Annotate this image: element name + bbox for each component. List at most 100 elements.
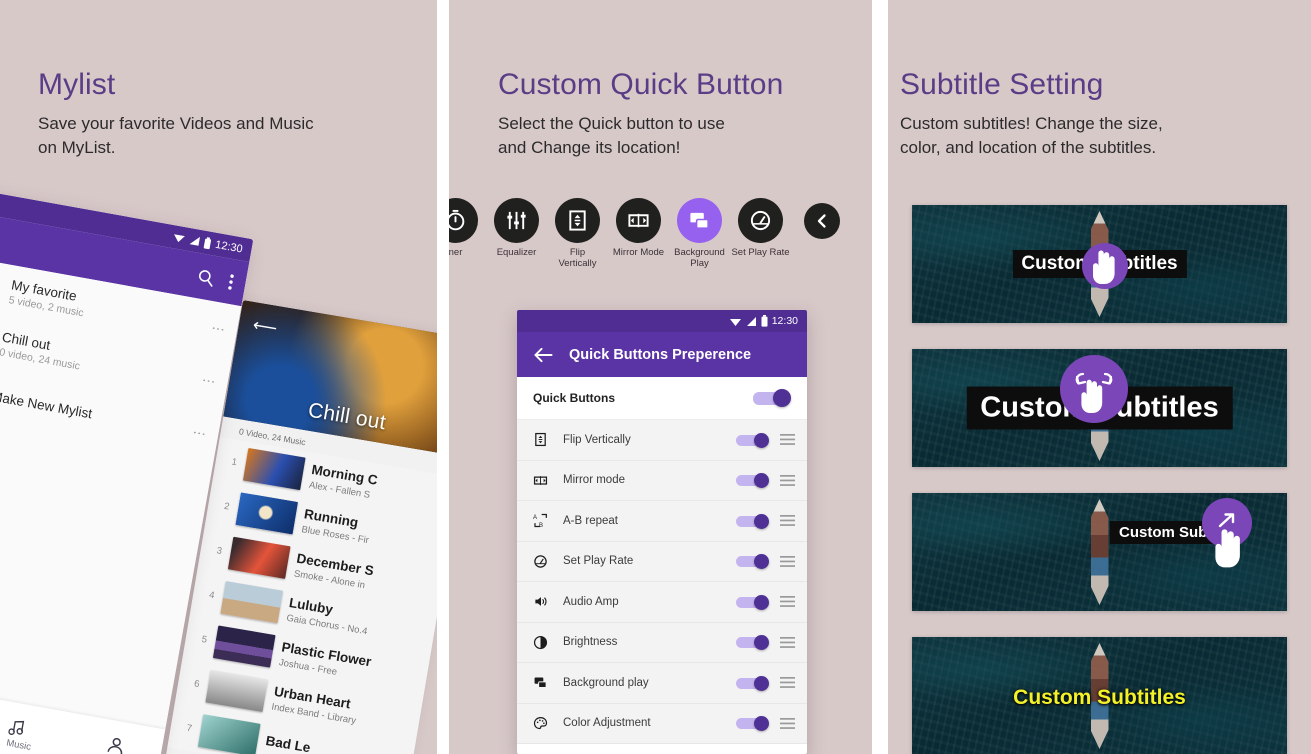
row-label: Mirror mode xyxy=(563,474,625,487)
track-index: 6 xyxy=(193,678,201,691)
more-vertical-icon[interactable]: ⋮ xyxy=(201,374,218,389)
quick-button-row[interactable]: A B A-B repeat xyxy=(517,501,807,542)
quick-button-set-play-rate[interactable]: Set Play Rate xyxy=(730,198,791,259)
quick-button-row[interactable]: Background play xyxy=(517,663,807,704)
row-toggle-switch[interactable] xyxy=(736,635,769,651)
panel-separator-1 xyxy=(437,0,449,754)
subtitle-preview-moved: Custom Subti xyxy=(912,493,1287,611)
row-toggle-switch[interactable] xyxy=(736,513,769,529)
drag-handle-icon[interactable] xyxy=(780,636,795,648)
quick-button-row[interactable]: Mirror mode xyxy=(517,460,807,501)
equalizer-icon xyxy=(494,198,539,243)
app-bar: Quick Buttons Preperence xyxy=(517,332,807,377)
quick-button-row[interactable]: Set Play Rate xyxy=(517,541,807,582)
quick-button-row[interactable]: Flip Vertically xyxy=(517,420,807,461)
track-title: Bad Le xyxy=(264,733,312,754)
arrow-left-icon[interactable] xyxy=(534,347,553,363)
brightness-icon xyxy=(533,635,559,650)
track-thumbnail xyxy=(212,625,276,668)
track-index: 5 xyxy=(200,633,208,646)
background-play-icon xyxy=(677,198,722,243)
quick-button-mirror-mode[interactable]: Mirror Mode xyxy=(608,198,669,259)
row-toggle-switch[interactable] xyxy=(736,675,769,691)
row-toggle-switch[interactable] xyxy=(736,716,769,732)
panel-mylist: Mylist Save your favorite Videos and Mus… xyxy=(0,0,437,754)
row-label: Brightness xyxy=(563,636,618,649)
drag-handle-icon[interactable] xyxy=(780,515,795,527)
nav-label: Music xyxy=(5,737,32,753)
subtitle-preview-default: Custom Subtitles xyxy=(912,205,1287,323)
track-thumbnail xyxy=(242,447,306,491)
panel-quick-button: Custom Quick Button Select the Quick but… xyxy=(449,0,872,754)
row-label: A-B repeat xyxy=(563,514,618,527)
more-vertical-icon[interactable] xyxy=(227,272,235,291)
master-toggle-label: Quick Buttons xyxy=(533,391,616,405)
quick-button-row[interactable]: Color Adjustment xyxy=(517,703,807,744)
quick-button-label: Equalizer xyxy=(496,247,537,258)
drag-handle-icon[interactable] xyxy=(780,555,795,567)
svg-text:B: B xyxy=(539,523,543,528)
subtitle-preview-resized: Custom Subtitles xyxy=(912,349,1287,467)
quick-button-row[interactable]: Audio Amp xyxy=(517,582,807,623)
arrow-left-icon[interactable]: ⟵ xyxy=(251,315,278,338)
drag-handle-icon[interactable] xyxy=(780,596,795,608)
track-thumbnail xyxy=(197,714,261,754)
quick-button-row[interactable]: Brightness xyxy=(517,622,807,663)
row-toggle-switch[interactable] xyxy=(736,432,769,448)
pointer-hand-icon xyxy=(1212,525,1246,569)
row-toggle-switch[interactable] xyxy=(736,594,769,610)
more-vertical-icon[interactable]: ⋮ xyxy=(191,426,208,441)
nav-tab-my[interactable]: My xyxy=(103,735,125,754)
quick-button-label: ner xyxy=(449,247,463,258)
quick-button-background-play[interactable]: Background Play xyxy=(669,198,730,270)
chevron-left-icon xyxy=(803,203,840,239)
panel2-header: Custom Quick Button Select the Quick but… xyxy=(449,0,872,160)
quick-buttons-master-row[interactable]: Quick Buttons xyxy=(517,377,807,420)
track-artist: Blue Roses - Fir xyxy=(300,523,370,546)
wifi-icon xyxy=(172,231,187,244)
quick-button-timer[interactable]: ner xyxy=(449,198,486,259)
master-toggle-switch[interactable] xyxy=(753,388,791,407)
track-index: 3 xyxy=(215,545,223,557)
row-toggle-switch[interactable] xyxy=(736,554,769,570)
flip-vertical-icon xyxy=(533,432,559,447)
quick-button-prev[interactable] xyxy=(791,198,852,244)
row-toggle-switch[interactable] xyxy=(736,473,769,489)
drag-handle-icon[interactable] xyxy=(780,717,795,729)
panel1-mockups: ⟵ Chill out 0 Video, 24 Music 1 Morning … xyxy=(0,0,437,754)
row-label: Flip Vertically xyxy=(563,433,631,446)
mirror-mode-icon xyxy=(533,473,559,488)
quick-button-label: Flip Vertically xyxy=(558,247,597,269)
clock-time: 12:30 xyxy=(214,238,244,255)
battery-icon xyxy=(204,236,213,249)
track-thumbnail xyxy=(227,536,291,579)
more-vertical-icon[interactable]: ⋮ xyxy=(210,321,227,336)
quick-button-equalizer[interactable]: Equalizer xyxy=(486,198,547,259)
drag-handle-icon[interactable] xyxy=(780,474,795,486)
subtitle-preview-list: Custom Subtitles Custom Subtitles Custom… xyxy=(912,205,1287,754)
quick-button-flip-vertically[interactable]: Flip Vertically xyxy=(547,198,608,270)
quick-button-strip: ner Equalizer Flip Vertically Mirror Mod… xyxy=(449,198,872,270)
bottom-navigation: Video Music My xyxy=(0,678,166,754)
drag-handle-icon[interactable] xyxy=(780,434,795,446)
status-bar: 12:30 xyxy=(517,310,807,332)
clock-time: 12:30 xyxy=(771,315,798,327)
row-label: Set Play Rate xyxy=(563,555,634,568)
subtitle-text: Custom Subtitles xyxy=(1013,686,1186,710)
volume-icon xyxy=(533,594,559,609)
flip-vertical-icon xyxy=(555,198,600,243)
ab-repeat-icon: A B xyxy=(533,513,559,528)
track-thumbnail xyxy=(220,581,284,624)
nav-tab-music[interactable]: Music xyxy=(6,717,36,752)
search-icon[interactable] xyxy=(196,267,217,288)
timer-icon xyxy=(449,198,478,243)
boat-graphic xyxy=(1090,499,1109,605)
wifi-icon xyxy=(729,316,742,327)
appbar-title: Quick Buttons Preperence xyxy=(569,346,752,363)
panel3-header: Subtitle Setting Custom subtitles! Chang… xyxy=(888,0,1311,160)
speedometer-icon xyxy=(533,554,559,569)
resize-hand-icon xyxy=(1060,355,1128,423)
drag-handle-icon[interactable] xyxy=(780,677,795,689)
screenshot-stage: Mylist Save your favorite Videos and Mus… xyxy=(0,0,1311,754)
phone-quick-buttons: 12:30 Quick Buttons Preperence Quick But… xyxy=(517,310,807,754)
